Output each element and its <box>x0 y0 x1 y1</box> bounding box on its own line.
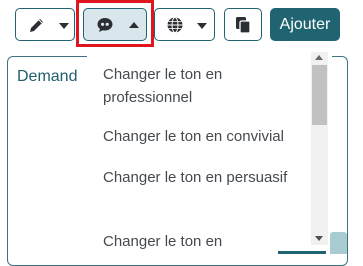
chevron-down-icon <box>59 23 69 29</box>
tone-dropdown-menu: Changer le ton en professionnel Changer … <box>87 52 332 254</box>
globe-icon <box>167 17 183 33</box>
menu-item-next[interactable]: Changer le ton en <box>103 230 303 253</box>
menu-item-persuasive[interactable]: Changer le ton en persuasif <box>103 166 303 189</box>
resize-handle[interactable] <box>330 232 347 254</box>
language-dropdown-button[interactable] <box>154 8 215 41</box>
chevron-down-icon <box>197 23 207 29</box>
menu-item-convivial[interactable]: Changer le ton en convivial <box>103 125 303 148</box>
menu-scrollbar[interactable] <box>311 52 328 245</box>
scroll-thumb[interactable] <box>312 65 327 125</box>
speech-quote-icon <box>97 18 113 32</box>
edit-dropdown-button[interactable] <box>15 8 75 41</box>
chevron-up-icon <box>129 22 139 28</box>
panel-label: Demand <box>17 68 78 85</box>
scroll-down-arrow-icon[interactable] <box>315 236 323 241</box>
menu-item-professional[interactable]: Changer le ton en professionnel <box>103 63 303 109</box>
copy-icon <box>236 17 251 34</box>
add-button[interactable]: Ajouter <box>270 8 340 41</box>
tone-dropdown-button[interactable] <box>83 8 147 41</box>
copy-button[interactable] <box>224 8 262 41</box>
pencil-icon <box>30 19 43 32</box>
toolbar: Ajouter <box>0 0 363 52</box>
scroll-up-arrow-icon[interactable] <box>315 55 323 60</box>
